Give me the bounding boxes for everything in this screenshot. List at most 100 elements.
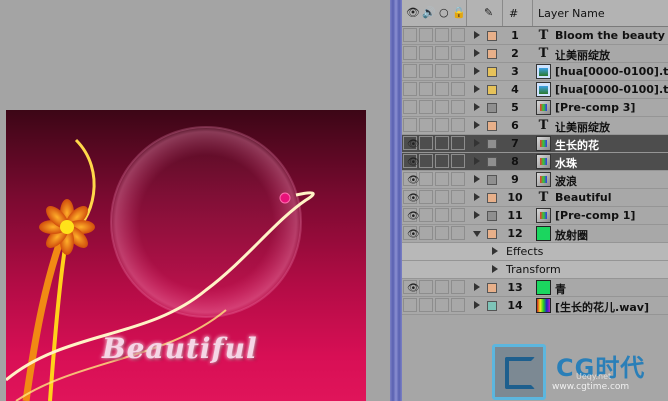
audio-toggle[interactable] [419,298,433,312]
label-color-swatch[interactable] [487,283,497,293]
visibility-toggle[interactable]: 👁 [403,172,420,186]
layer-row[interactable]: 👁 12 放射圈 [402,225,668,243]
solo-toggle[interactable] [435,64,449,78]
layer-row[interactable]: 1 T Bloom the beauty [402,27,668,45]
number-column-header[interactable]: # [509,7,518,20]
label-color-swatch[interactable] [487,103,497,113]
layer-name[interactable]: 青 [555,281,566,297]
lock-toggle[interactable] [451,208,465,222]
label-color-swatch[interactable] [487,175,497,185]
label-color-swatch[interactable] [487,121,497,131]
audio-toggle[interactable] [419,82,433,96]
lock-toggle[interactable] [451,28,465,42]
label-color-swatch[interactable] [487,139,497,149]
lock-toggle[interactable] [451,298,465,312]
audio-toggle[interactable] [419,46,433,60]
audio-toggle[interactable] [419,154,433,168]
layer-row[interactable]: 👁 7 生长的花 [402,135,668,153]
visibility-toggle[interactable] [403,28,417,42]
layer-row[interactable]: 👁 8 水珠 [402,153,668,171]
audio-toggle[interactable] [419,100,433,114]
twirl-closed-icon[interactable] [474,67,480,75]
lock-toggle[interactable] [451,154,465,168]
label-color-swatch[interactable] [487,193,497,203]
lock-toggle[interactable] [451,226,465,240]
layer-name[interactable]: [生长的花儿.wav] [555,299,649,315]
audio-toggle[interactable] [419,118,433,132]
layer-name[interactable]: 生长的花 [555,137,599,153]
audio-toggle[interactable] [419,172,433,186]
twirl-closed-icon[interactable] [474,301,480,309]
visibility-toggle[interactable] [403,82,417,96]
audio-toggle[interactable] [419,190,433,204]
label-color-swatch[interactable] [487,157,497,167]
layer-row[interactable]: 6 T 让美丽绽放 [402,117,668,135]
lock-toggle[interactable] [451,82,465,96]
layer-row[interactable]: 4 [hua[0000-0100].t [402,81,668,99]
layer-row[interactable]: 👁 11 [Pre-comp 1] [402,207,668,225]
property-group-row[interactable]: Transform [402,261,668,279]
layer-name[interactable]: [hua[0000-0100].t [555,65,668,78]
lock-icon[interactable]: 🔒 [452,7,466,19]
visibility-toggle[interactable] [403,118,417,132]
audio-toggle[interactable] [419,226,433,240]
layer-name[interactable]: [hua[0000-0100].t [555,83,668,96]
property-group-row[interactable]: Effects [402,243,668,261]
layer-row[interactable]: 3 [hua[0000-0100].t [402,63,668,81]
layer-name[interactable]: 波浪 [555,173,577,189]
eye-icon[interactable]: 👁 [406,7,420,19]
layer-name-column-header[interactable]: Layer Name [538,7,605,20]
visibility-toggle[interactable] [403,46,417,60]
twirl-closed-icon[interactable] [474,85,480,93]
audio-toggle[interactable] [419,208,433,222]
layer-name[interactable]: 让美丽绽放 [555,119,610,135]
layer-row[interactable]: 14 [生长的花儿.wav] [402,297,668,315]
solo-toggle[interactable] [435,298,449,312]
solo-toggle[interactable] [435,28,449,42]
solo-toggle[interactable] [435,154,449,168]
label-color-swatch[interactable] [487,85,497,95]
lock-toggle[interactable] [451,172,465,186]
twirl-closed-icon[interactable] [474,139,480,147]
layer-name[interactable]: Beautiful [555,191,612,204]
twirl-closed-icon[interactable] [492,265,498,273]
audio-toggle[interactable] [419,28,433,42]
visibility-toggle[interactable]: 👁 [403,154,420,168]
label-color-swatch[interactable] [487,211,497,221]
twirl-closed-icon[interactable] [474,121,480,129]
solo-toggle[interactable] [435,118,449,132]
layer-row[interactable]: 👁 9 波浪 [402,171,668,189]
layer-name[interactable]: [Pre-comp 3] [555,101,635,114]
solo-toggle[interactable] [435,190,449,204]
solo-toggle[interactable] [435,280,449,294]
label-color-swatch[interactable] [487,31,497,41]
twirl-closed-icon[interactable] [474,283,480,291]
visibility-toggle[interactable]: 👁 [403,136,420,150]
solo-toggle[interactable] [435,226,449,240]
visibility-toggle[interactable]: 👁 [403,190,420,204]
layer-row[interactable]: 2 T 让美丽绽放 [402,45,668,63]
layer-row[interactable]: 👁 10 T Beautiful [402,189,668,207]
visibility-toggle[interactable] [403,298,417,312]
layer-name[interactable]: [Pre-comp 1] [555,209,635,222]
layer-name[interactable]: 让美丽绽放 [555,47,610,63]
solo-toggle[interactable] [435,136,449,150]
lock-toggle[interactable] [451,280,465,294]
solo-dot-icon[interactable]: ○ [439,7,449,19]
layer-name[interactable]: Bloom the beauty [555,29,665,42]
solo-toggle[interactable] [435,172,449,186]
solo-toggle[interactable] [435,100,449,114]
twirl-closed-icon[interactable] [474,49,480,57]
label-tag-icon[interactable]: ✎ [484,7,493,19]
layer-name[interactable]: 放射圈 [555,227,588,243]
layer-row[interactable]: 👁 13 青 [402,279,668,297]
lock-toggle[interactable] [451,118,465,132]
label-color-swatch[interactable] [487,229,497,239]
visibility-toggle[interactable]: 👁 [403,226,420,240]
audio-toggle[interactable] [419,280,433,294]
twirl-closed-icon[interactable] [474,157,480,165]
composition-canvas[interactable]: Beautiful [6,110,366,401]
lock-toggle[interactable] [451,46,465,60]
twirl-closed-icon[interactable] [492,247,498,255]
solo-toggle[interactable] [435,208,449,222]
